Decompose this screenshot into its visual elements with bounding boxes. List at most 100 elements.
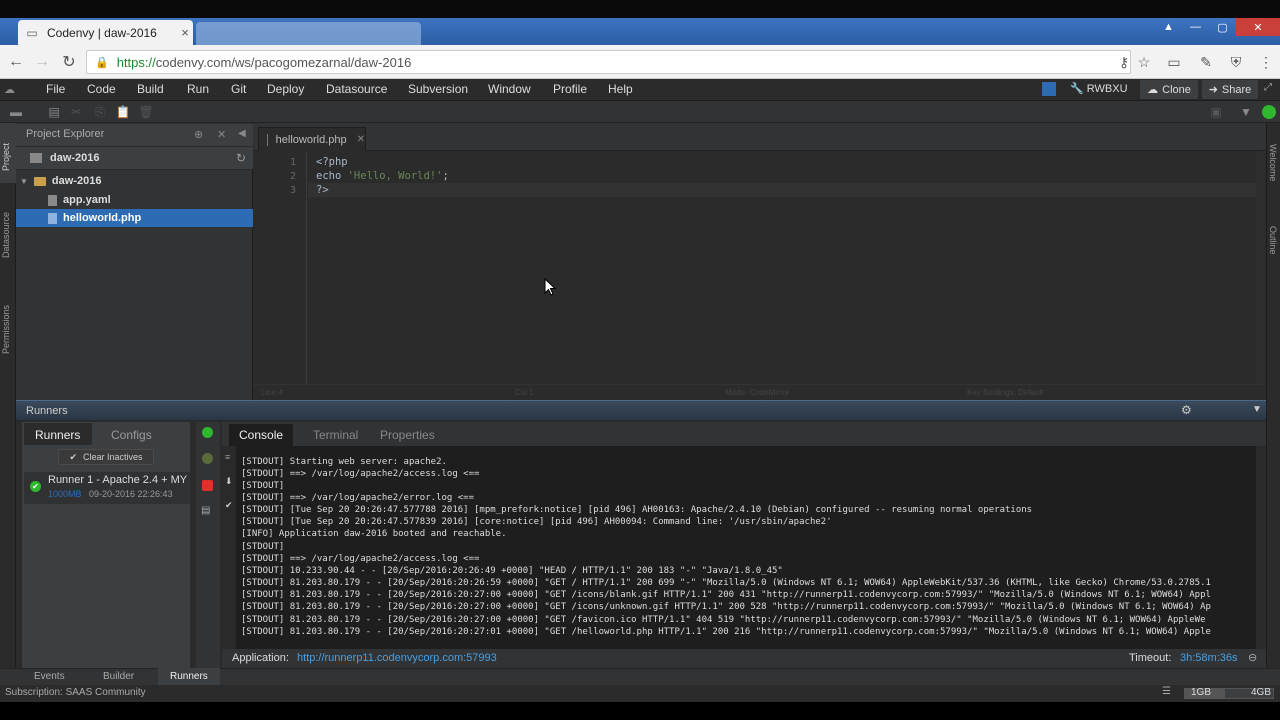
menu-subversion[interactable]: Subversion (408, 82, 468, 96)
log-line: [STDOUT] [Tue Sep 20 20:26:47.577788 201… (241, 505, 1033, 515)
console-scrollbar[interactable] (1256, 446, 1266, 649)
run-icon[interactable] (1262, 105, 1276, 119)
strip-welcome[interactable]: Welcome (1268, 144, 1278, 181)
project-root[interactable]: daw-2016 (16, 146, 253, 170)
log-line: [STDOUT] ==> /var/log/apache2/error.log … (241, 493, 474, 503)
forward-icon[interactable]: → (31, 52, 53, 72)
log-line: [STDOUT] 81.203.80.179 - - [20/Sep/2016:… (241, 590, 1211, 600)
stop-icon[interactable] (202, 480, 213, 491)
shield-icon[interactable]: ⛨ (1226, 53, 1246, 71)
minimize-panel-icon[interactable]: ◀ (238, 128, 246, 139)
menu-build[interactable]: Build (137, 82, 164, 96)
application-url-link[interactable]: http://runnerp11.codenvycorp.com:57993 (297, 652, 497, 664)
runners-panel-header: Runners ⚙ ▼ (16, 400, 1266, 420)
menu-profile[interactable]: Profile (553, 82, 587, 96)
application-bar: Application: http://runnerp11.codenvycor… (222, 649, 1266, 668)
run-dropdown-icon[interactable]: ▼ (1238, 104, 1254, 120)
menu-code[interactable]: Code (87, 82, 116, 96)
gear-icon[interactable]: ⚙ (1181, 403, 1192, 417)
download-icon[interactable]: ⬇ (225, 476, 233, 487)
check-circle-icon: ✔ (30, 481, 41, 492)
close-icon[interactable]: ✕ (357, 134, 365, 145)
tab-terminal[interactable]: Terminal (313, 428, 358, 442)
back-icon[interactable]: ← (5, 52, 27, 72)
user-menu[interactable]: 🔧 RWBXU (1070, 82, 1128, 95)
strip-project[interactable]: Project (1, 143, 11, 171)
cut-icon[interactable]: ✂ (68, 104, 84, 120)
browser-tab-title: Codenvy | daw-2016 (47, 25, 157, 40)
copy-icon[interactable]: ⎘ (92, 104, 108, 120)
delete-icon[interactable]: 🗑 (138, 104, 154, 120)
browser-tab-active[interactable]: ▭ Codenvy | daw-2016 × (18, 20, 193, 45)
url-input[interactable]: 🔒 https:// codenvy.com/ws/pacogomezarnal… (86, 50, 1131, 74)
menu-icon[interactable]: ⋮ (1256, 53, 1276, 71)
tab-console[interactable]: Console (239, 428, 283, 442)
runners-panel-title: Runners (26, 405, 68, 417)
strip-outline[interactable]: Outline (1268, 226, 1278, 255)
runner-list-item[interactable]: ✔ Runner 1 - Apache 2.4 + MY 1000MB 09-2… (24, 472, 190, 504)
memory-used: 1GB (1191, 687, 1212, 698)
users-icon[interactable] (1042, 82, 1056, 96)
tree-file-app-yaml[interactable]: app.yaml (16, 191, 253, 209)
browser-tab-inactive[interactable] (196, 22, 421, 45)
close-tab-icon[interactable]: × (177, 25, 193, 40)
new-folder-icon[interactable]: ▬ (8, 104, 24, 120)
extension-icon[interactable]: ✎ (1196, 53, 1216, 71)
maximize-icon[interactable]: ▢ (1209, 18, 1236, 36)
star-icon[interactable]: ☆ (1134, 53, 1154, 71)
rerun-icon[interactable] (202, 453, 213, 464)
run-icon[interactable] (202, 427, 213, 438)
editor-tab[interactable]: helloworld.php ✕ (258, 127, 366, 151)
strip-permissions[interactable]: Permissions (1, 305, 11, 354)
collapse-icon[interactable]: ✕ (217, 128, 226, 141)
share-button[interactable]: ➜ Share (1202, 80, 1258, 99)
menu-run[interactable]: Run (187, 82, 209, 96)
strip-datasource[interactable]: Datasource (1, 212, 11, 258)
project-explorer-title: Project Explorer (26, 128, 105, 140)
clear-inactives-label: Clear Inactives (83, 452, 143, 462)
menu-datasource[interactable]: Datasource (326, 82, 387, 96)
line-number: 1 (289, 157, 296, 168)
menu-git[interactable]: Git (231, 82, 246, 96)
tab-builder[interactable]: Builder (91, 668, 146, 685)
logs-icon[interactable]: ▤ (201, 505, 210, 516)
user-icon[interactable]: ▲ (1155, 18, 1182, 36)
close-window-icon[interactable]: ✕ (1236, 18, 1280, 36)
tree-file-helloworld[interactable]: helloworld.php (16, 209, 253, 227)
menu-help[interactable]: Help (608, 82, 633, 96)
tab-runners[interactable]: Runners (35, 428, 80, 442)
expand-icon[interactable]: ⤢ (1264, 82, 1278, 96)
tree-folder-label: daw-2016 (51, 175, 102, 187)
minimize-icon[interactable]: ▼ (1252, 404, 1262, 415)
mouse-cursor (544, 277, 557, 296)
locate-icon[interactable]: ⊕ (194, 128, 203, 141)
clear-inactives-button[interactable]: ✔ Clear Inactives (58, 449, 154, 465)
tab-configs[interactable]: Configs (111, 428, 152, 442)
tab-events[interactable]: Events (22, 668, 77, 685)
editor-scrollbar[interactable] (1256, 151, 1266, 384)
refresh-icon[interactable]: ↻ (236, 151, 246, 165)
key-icon[interactable]: ⚷ (1114, 53, 1134, 71)
paste-icon[interactable]: 📋 (115, 104, 131, 120)
minimize-icon[interactable]: — (1182, 18, 1209, 36)
clone-button[interactable]: ☁ Clone (1140, 80, 1198, 99)
log-line: [INFO] Application daw-2016 booted and r… (241, 529, 507, 539)
reload-icon[interactable]: ↻ (58, 52, 80, 72)
clear-icon[interactable]: ✔ (225, 500, 233, 511)
debug-icon[interactable]: ▣ (1208, 104, 1224, 120)
tab-runners-bottom[interactable]: Runners (158, 668, 220, 685)
open-icon[interactable]: ▤ (46, 104, 62, 120)
status-line: Line 4 (261, 388, 283, 397)
menu-window[interactable]: Window (488, 82, 531, 96)
wrap-icon[interactable]: ≡ (225, 452, 230, 462)
status-col: Col 1 (515, 388, 534, 397)
pin-icon[interactable]: ⊖ (1248, 651, 1257, 664)
menu-deploy[interactable]: Deploy (267, 82, 304, 96)
tab-properties[interactable]: Properties (380, 428, 435, 442)
url-text: codenvy.com/ws/pacogomezarnal/daw-2016 (155, 54, 412, 70)
log-line: [STDOUT] 81.203.80.179 - - [20/Sep/2016:… (241, 627, 1211, 637)
cast-icon[interactable]: ▭ (1164, 53, 1184, 71)
menu-file[interactable]: File (46, 82, 65, 96)
share-label: Share (1221, 83, 1252, 96)
tree-folder[interactable]: ▼ daw-2016 (16, 172, 253, 190)
